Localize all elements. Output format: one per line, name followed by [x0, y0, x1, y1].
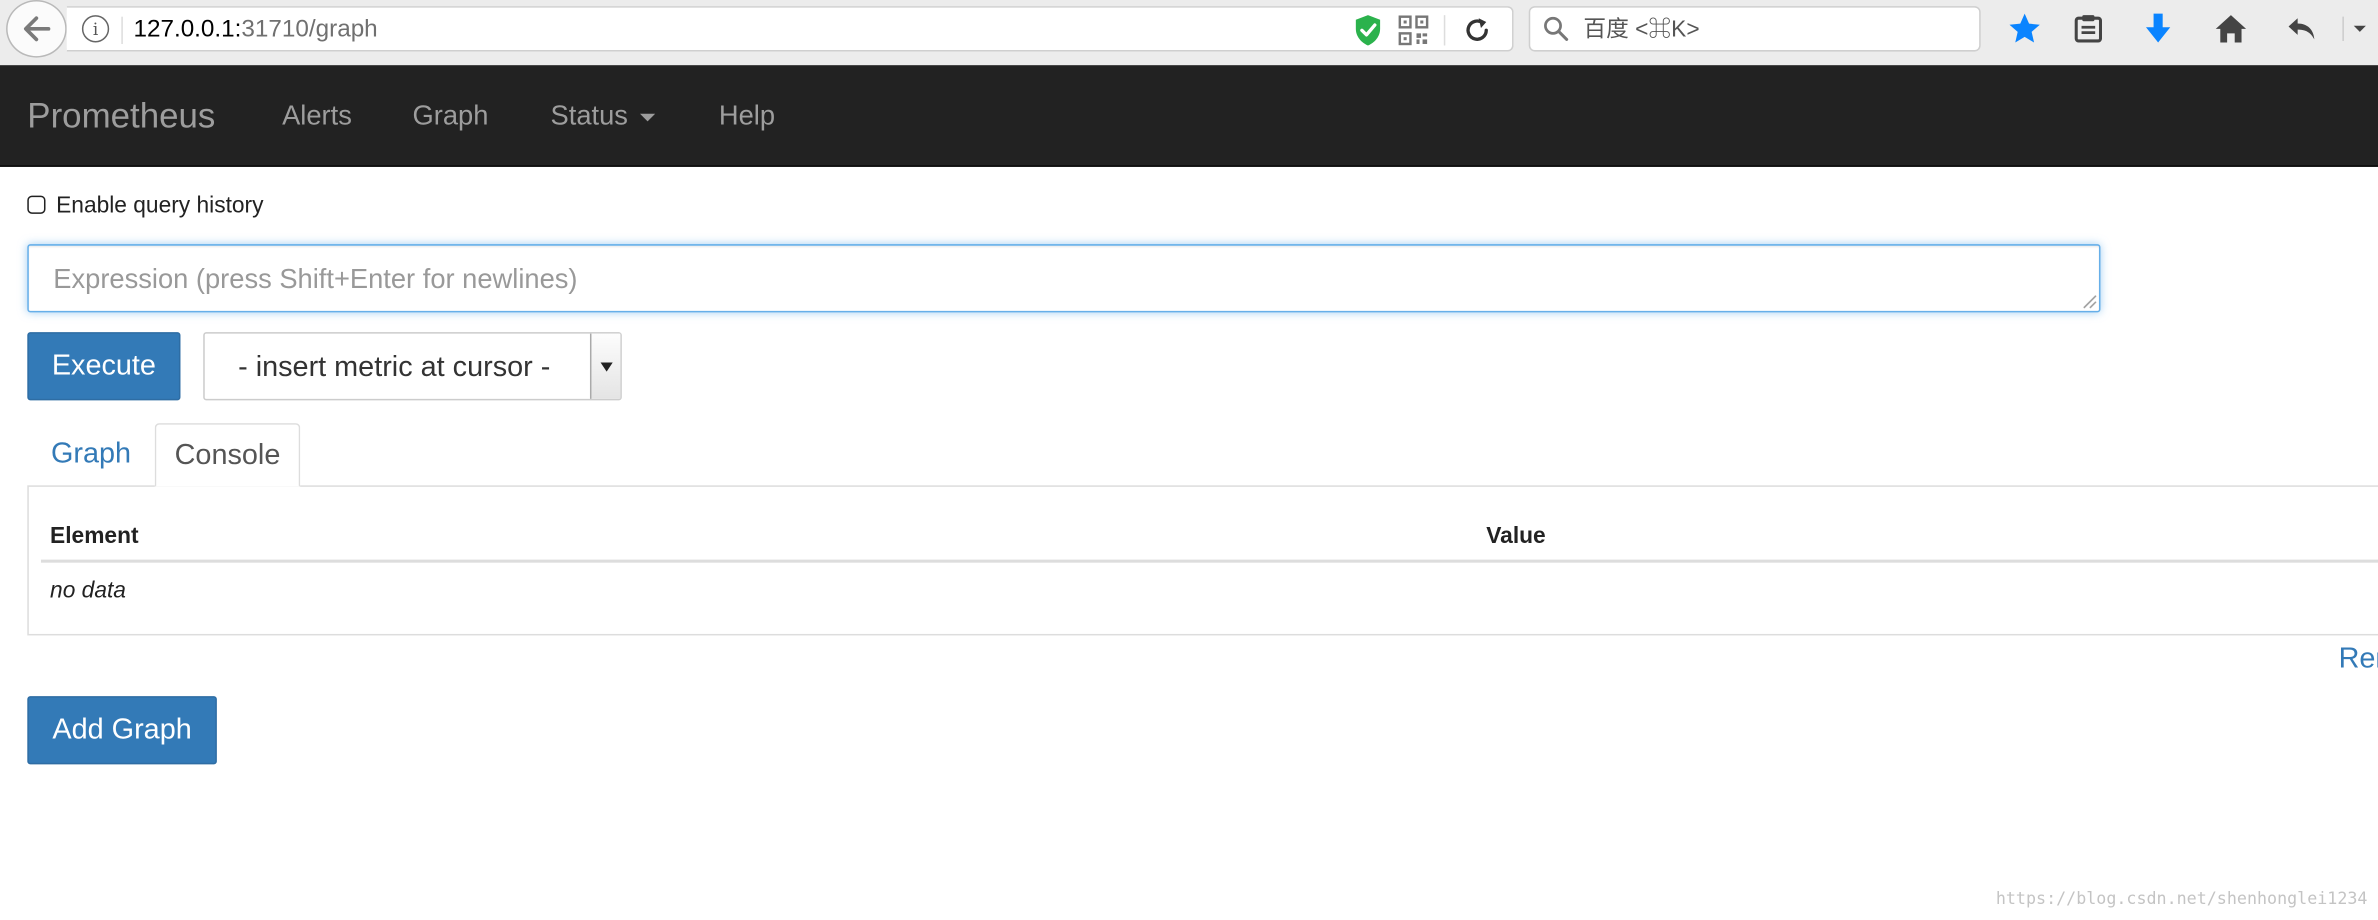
remove-graph-link[interactable]: Ren: [2339, 643, 2378, 676]
expression-input[interactable]: [27, 244, 2101, 313]
nav-help[interactable]: Help: [719, 99, 775, 132]
resize-grip-icon[interactable]: [2079, 291, 2097, 309]
undo-icon: [2288, 18, 2315, 40]
dropdown-arrow-icon: [599, 361, 612, 371]
tab-console[interactable]: Console: [154, 423, 301, 487]
search-bar[interactable]: 百度 <⌘K>: [1528, 6, 1981, 52]
browser-toolbar: i 127.0.0.1:31710/graph 百度 <⌘K>: [0, 0, 2378, 67]
top-navbar: Prometheus Alerts Graph Status Help: [0, 65, 2378, 167]
address-bar[interactable]: i 127.0.0.1:31710/graph: [66, 6, 1514, 52]
add-graph-button[interactable]: Add Graph: [27, 696, 217, 765]
search-icon: [1544, 16, 1569, 41]
query-history-checkbox[interactable]: [27, 195, 46, 214]
execute-button[interactable]: Execute: [27, 332, 181, 401]
select-arrow[interactable]: [589, 333, 621, 399]
url-path: 31710/graph: [241, 16, 378, 43]
console-panel: Element Value no data: [27, 485, 2378, 636]
column-header-value: Value: [1486, 523, 1546, 550]
reading-list-icon: [2074, 15, 2103, 43]
qr-code-icon[interactable]: [1398, 15, 1429, 46]
search-placeholder: 百度 <⌘K>: [1583, 16, 1700, 43]
overflow-menu-button[interactable]: [2342, 9, 2378, 48]
nav-alerts[interactable]: Alerts: [282, 99, 352, 132]
reload-icon[interactable]: [1462, 14, 1492, 47]
query-history-label: Enable query history: [56, 192, 264, 219]
caret-down-icon: [640, 113, 656, 121]
home-icon: [2215, 15, 2247, 43]
reading-list-button[interactable]: [2069, 9, 2108, 48]
insert-metric-select[interactable]: - insert metric at cursor -: [203, 332, 622, 401]
nav-graph[interactable]: Graph: [413, 99, 489, 132]
table-header-divider: [40, 559, 2378, 563]
nav-status[interactable]: Status: [551, 99, 656, 132]
browser-window: i 127.0.0.1:31710/graph 百度 <⌘K> Promethe…: [0, 0, 2378, 920]
tab-graph[interactable]: Graph: [27, 423, 154, 487]
column-header-element: Element: [50, 523, 139, 550]
back-arrow-icon: [23, 16, 51, 42]
url-separator: [121, 16, 123, 44]
brand-link[interactable]: Prometheus: [27, 94, 215, 136]
bookmark-star-button[interactable]: [2005, 9, 2044, 48]
back-button[interactable]: [6, 0, 67, 58]
url-host: 127.0.0.1:: [133, 16, 242, 43]
no-data-text: no data: [50, 577, 126, 604]
download-button[interactable]: [2138, 9, 2177, 48]
watermark-text: https://blog.csdn.net/shenhonglei1234: [1995, 888, 2368, 909]
shield-check-icon[interactable]: [1353, 14, 1383, 47]
menu-chevron-icon: [2342, 16, 2366, 41]
url-text[interactable]: 127.0.0.1:31710/graph: [133, 14, 377, 47]
insert-metric-value: - insert metric at cursor -: [238, 351, 551, 384]
url-separator-2: [1443, 15, 1446, 46]
download-icon: [2145, 13, 2171, 43]
undo-button[interactable]: [2282, 9, 2321, 48]
nav-status-label: Status: [550, 100, 628, 131]
info-icon[interactable]: i: [81, 15, 110, 43]
bookmark-star-icon: [2009, 13, 2040, 43]
home-button[interactable]: [2211, 9, 2250, 48]
